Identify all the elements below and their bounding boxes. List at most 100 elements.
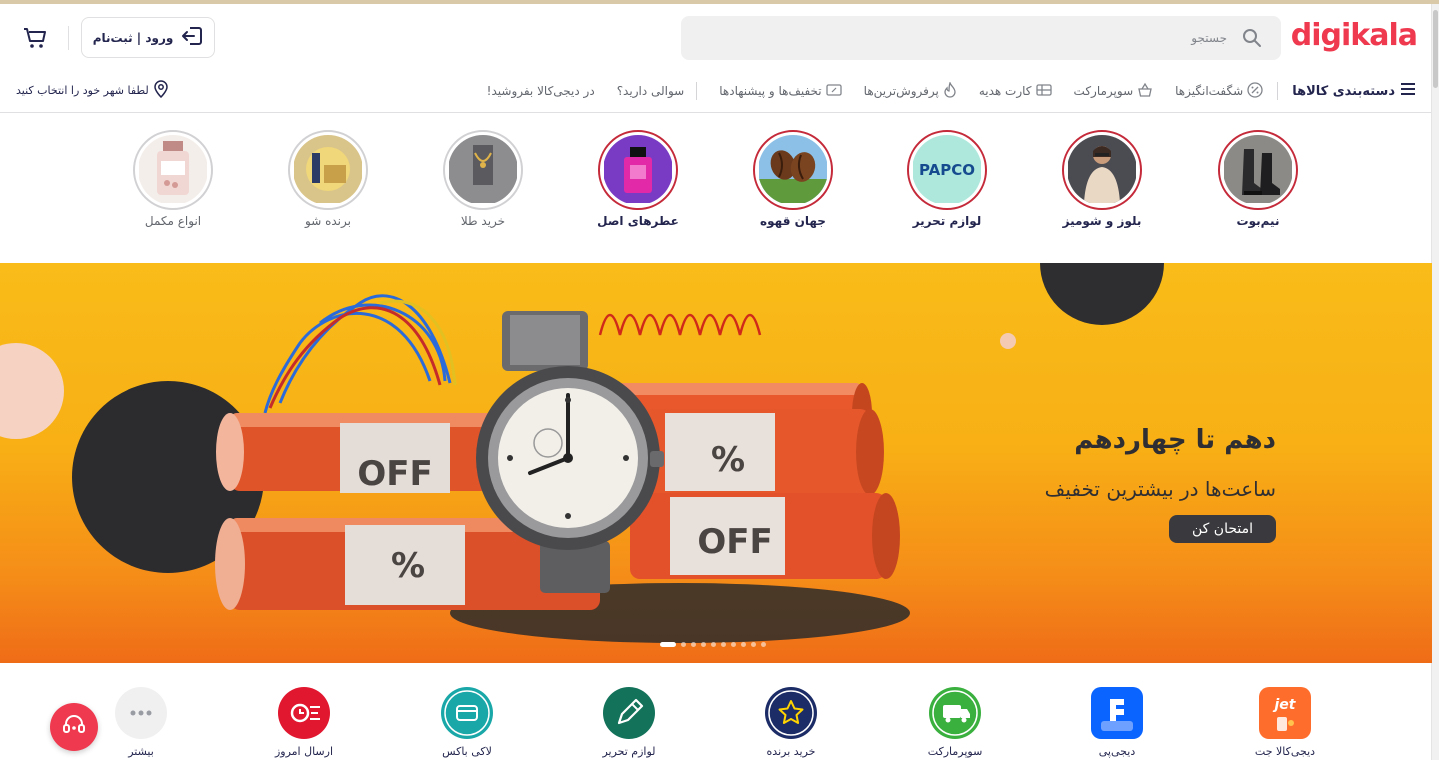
- search-box[interactable]: [681, 16, 1281, 60]
- off-label-left: OFF: [357, 454, 432, 494]
- story-image-perfume: [603, 135, 673, 205]
- browser-top-strip: [0, 0, 1439, 4]
- city-prompt: لطفا شهر خود را انتخاب کنید: [16, 84, 149, 97]
- cart-icon[interactable]: [22, 25, 48, 51]
- nav-item-discounts[interactable]: تخفیف‌ها و پیشنهادها: [719, 83, 842, 100]
- quick-link-winner[interactable]: خرید برنده: [741, 687, 841, 758]
- header-divider-line: [0, 112, 1431, 113]
- story-item[interactable]: جهان قهوه: [733, 130, 853, 228]
- story-item[interactable]: انواع مکمل: [113, 130, 233, 228]
- quick-link-label: سوپرمارکت: [927, 745, 983, 758]
- pagination-dot[interactable]: [731, 642, 736, 647]
- header-divider: [68, 26, 69, 50]
- percent-icon: [1247, 81, 1263, 101]
- nav-item-amazing[interactable]: شگفت‌انگیزها: [1175, 81, 1263, 101]
- nav-item-questions[interactable]: سوالی دارید؟: [617, 84, 685, 98]
- nav-item-label: پرفروش‌ترین‌ها: [863, 84, 939, 98]
- pagination-dot[interactable]: [761, 642, 766, 647]
- quick-link-stationery[interactable]: لوازم تحریر: [579, 687, 679, 758]
- quick-link-jet[interactable]: jet دیجی‌کالا جت: [1235, 687, 1335, 758]
- quick-link-label: خرید برنده: [766, 745, 816, 758]
- nav-item-label: سوالی دارید؟: [616, 84, 685, 98]
- banner-title: دهم تا چهاردهم: [1074, 425, 1276, 455]
- nav-item-label: تخفیف‌ها و پیشنهادها: [719, 84, 822, 98]
- quick-link-label: ارسال امروز: [274, 745, 334, 758]
- supermarket-icon: [929, 687, 981, 739]
- story-item[interactable]: نیم‌بوت: [1198, 130, 1318, 228]
- story-item[interactable]: PAPCO لوازم تحریر: [887, 130, 1007, 228]
- banner-subtitle: ساعت‌ها در بیشترین تخفیف: [1044, 477, 1276, 501]
- story-image-coffee: [758, 135, 828, 205]
- headset-icon: [61, 712, 87, 742]
- search-input[interactable]: [747, 31, 1227, 45]
- percent-label-left: %: [391, 546, 425, 586]
- stories-row: نیم‌بوت بلوز و شومیز PAPCO لوازم تحریر ج…: [0, 130, 1431, 240]
- gift-card-icon: [1035, 82, 1052, 101]
- login-label: ورود | ثبت‌نام: [92, 30, 174, 45]
- hamburger-icon: [1401, 83, 1415, 99]
- main-nav: دسته‌بندی کالاها شگفت‌انگیزها سوپرمارکت …: [465, 78, 1415, 104]
- story-item[interactable]: خرید طلا: [423, 130, 543, 228]
- pagination-dot[interactable]: [660, 642, 676, 647]
- box-icon: [441, 687, 493, 739]
- pagination-dot[interactable]: [721, 642, 726, 647]
- papco-logo: PAPCO: [919, 161, 975, 179]
- support-chat-button[interactable]: [50, 703, 98, 751]
- story-label: لوازم تحریر: [912, 214, 982, 228]
- nav-item-gift-card[interactable]: کارت هدیه: [979, 82, 1052, 101]
- city-selector[interactable]: لطفا شهر خود را انتخاب کنید: [16, 80, 168, 101]
- more-icon: [115, 687, 167, 739]
- story-image-gold: [448, 135, 518, 205]
- story-label: نیم‌بوت: [1236, 214, 1280, 228]
- pagination-dot[interactable]: [691, 642, 696, 647]
- nav-divider: [1277, 82, 1279, 100]
- story-label: برنده شو: [305, 214, 351, 228]
- search-icon: [1241, 27, 1263, 49]
- percent-label-right: %: [711, 440, 745, 480]
- scrollbar-thumb[interactable]: [1433, 10, 1438, 88]
- categories-label: دسته‌بندی کالاها: [1292, 83, 1395, 99]
- categories-menu[interactable]: دسته‌بندی کالاها: [1292, 83, 1415, 99]
- story-label: انواع مکمل: [144, 214, 202, 228]
- story-label: عطرهای اصل: [597, 214, 679, 228]
- pagination-dot[interactable]: [751, 642, 756, 647]
- nav-item-label: سوپرمارکت: [1073, 84, 1134, 98]
- jet-icon-text: jet: [1273, 697, 1297, 713]
- story-image-stationery: PAPCO: [912, 135, 982, 205]
- jet-icon: jet: [1259, 687, 1311, 739]
- login-icon: [181, 26, 203, 49]
- nav-item-sell[interactable]: در دیجی‌کالا بفروشید!: [487, 84, 595, 98]
- story-label: جهان قهوه: [760, 214, 826, 228]
- quick-links-row: jet دیجی‌کالا جت دیجی‌پی سوپرمارکت خرید …: [0, 687, 1431, 767]
- pagination-dot[interactable]: [741, 642, 746, 647]
- story-item[interactable]: برنده شو: [268, 130, 388, 228]
- quick-link-label: لوازم تحریر: [602, 745, 656, 758]
- coupon-icon: [826, 83, 842, 100]
- story-image-supplement: [138, 135, 208, 205]
- digikala-logo[interactable]: digikala: [1291, 18, 1418, 53]
- quick-link-digipay[interactable]: دیجی‌پی: [1067, 687, 1167, 758]
- location-pin-icon: [154, 80, 168, 101]
- quick-link-lucky-box[interactable]: لاکی باکس: [417, 687, 517, 758]
- pagination-dot[interactable]: [701, 642, 706, 647]
- nav-divider: [696, 82, 698, 100]
- quick-link-more[interactable]: بیشتر: [91, 687, 191, 758]
- pen-icon: [603, 687, 655, 739]
- story-item[interactable]: بلوز و شومیز: [1042, 130, 1162, 228]
- pagination-dot[interactable]: [681, 642, 686, 647]
- nav-item-label: کارت هدیه: [978, 84, 1032, 98]
- banner-cta-button[interactable]: امتحان کن: [1169, 515, 1276, 543]
- nav-item-bestsellers[interactable]: پرفروش‌ترین‌ها: [863, 80, 957, 101]
- story-item[interactable]: عطرهای اصل: [578, 130, 698, 228]
- off-label-right: OFF: [697, 522, 772, 562]
- quick-link-supermarket[interactable]: سوپرمارکت: [905, 687, 1005, 758]
- fire-icon: [943, 80, 957, 101]
- pagination-dot[interactable]: [711, 642, 716, 647]
- story-image-blouse: [1067, 135, 1137, 205]
- login-button[interactable]: ورود | ثبت‌نام: [81, 17, 215, 58]
- banner-pagination[interactable]: [660, 642, 766, 647]
- hero-banner[interactable]: OFF % % OFF دهم تا چهاردهم ساعت‌ها در بی…: [0, 263, 1432, 663]
- quick-link-today-delivery[interactable]: ارسال امروز: [254, 687, 354, 758]
- nav-item-supermarket[interactable]: سوپرمارکت: [1074, 82, 1154, 101]
- scrollbar[interactable]: [1431, 4, 1439, 760]
